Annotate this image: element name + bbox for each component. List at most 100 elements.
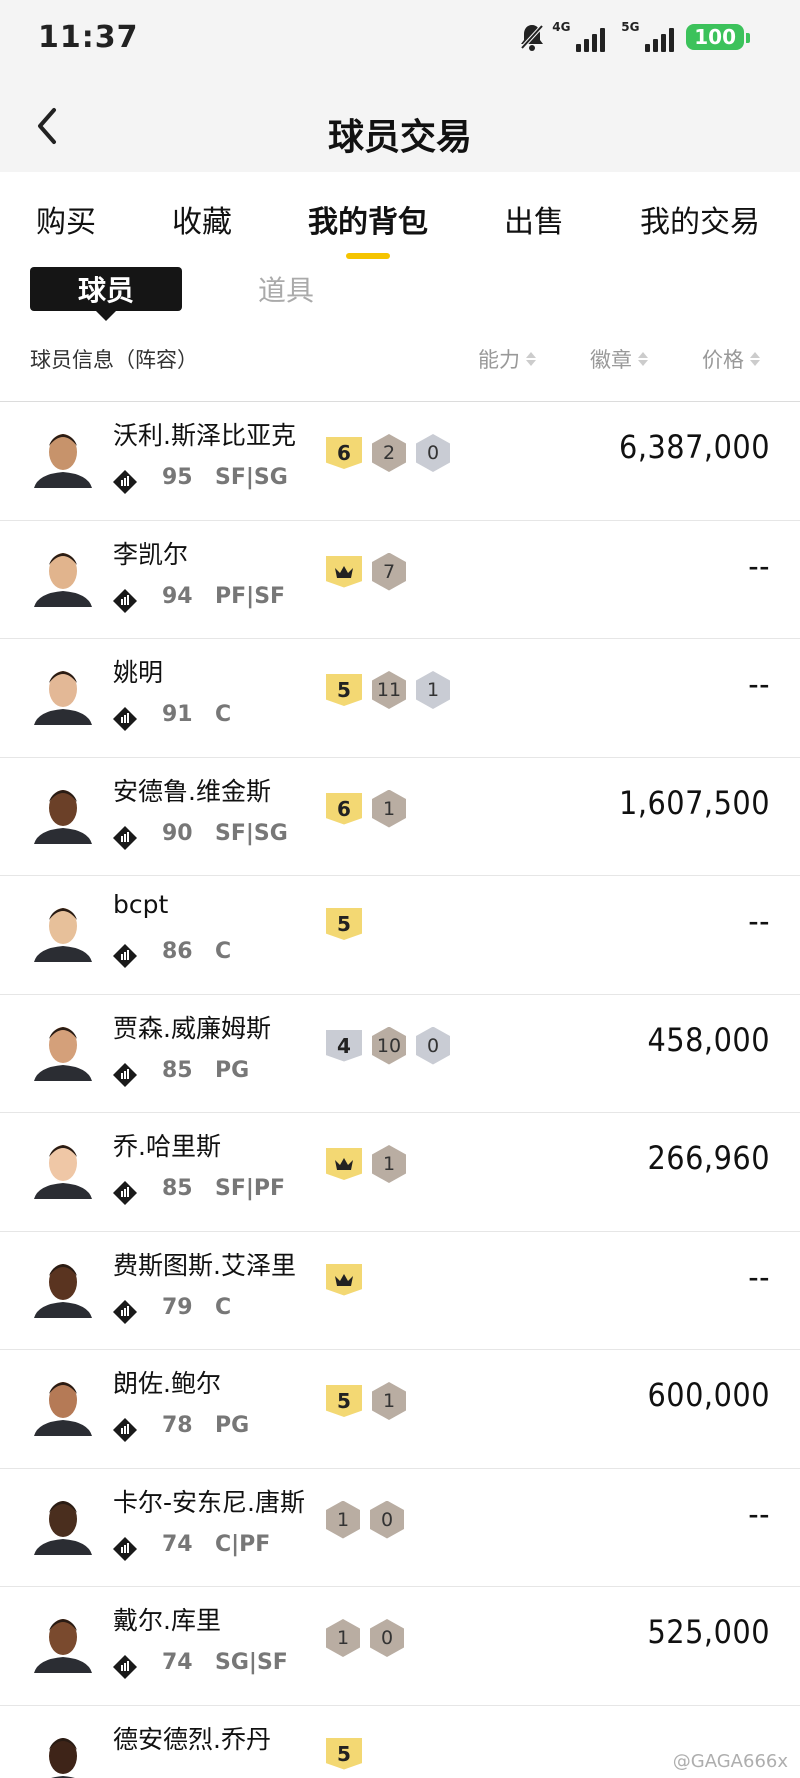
player-avatar — [30, 659, 96, 725]
bronze-hex-badge: 1 — [372, 789, 406, 828]
segment-items[interactable]: 道具 — [258, 269, 314, 309]
badge-group: 61 — [326, 789, 406, 828]
card-type-icon — [113, 1418, 137, 1442]
player-position: C — [215, 702, 232, 727]
player-name: 德安德烈.乔丹 — [113, 1724, 271, 1754]
badge-group: 5 — [326, 908, 362, 940]
player-position: SF|SG — [215, 465, 288, 490]
silver-hex-badge: 0 — [416, 1026, 450, 1065]
tab-bar: 购买 收藏 我的背包 出售 我的交易 — [0, 172, 800, 257]
player-row[interactable]: 戴尔.库里 74 SG|SF 1 0 525,000 — [0, 1587, 800, 1706]
player-row[interactable]: 乔.哈里斯 85 SF|PF 1 266,960 — [0, 1113, 800, 1232]
player-avatar — [30, 1014, 96, 1081]
card-type-icon — [113, 944, 137, 968]
player-row[interactable]: 李凯尔 94 PF|SF 7 -- — [0, 521, 800, 639]
player-avatar — [30, 540, 96, 607]
player-price: 600,000 — [647, 1376, 770, 1414]
card-type-icon — [113, 1299, 137, 1324]
player-rating: 91 — [162, 702, 193, 727]
col-ability-sort[interactable]: 能力 — [478, 344, 536, 374]
player-name: 费斯图斯.艾泽里 — [113, 1250, 296, 1280]
player-rating: 74 — [162, 1650, 193, 1675]
player-row[interactable]: 沃利.斯泽比亚克 95 SF|SG 6 2 0 6,387,000 — [0, 402, 800, 521]
badge-group: 10 — [326, 1619, 404, 1657]
silver-hex-badge: 1 — [416, 671, 450, 709]
player-price: -- — [748, 1494, 770, 1533]
tab-buy[interactable]: 购买 — [36, 189, 96, 241]
sort-icon — [526, 352, 536, 366]
player-price: -- — [748, 665, 770, 703]
card-type-icon — [113, 470, 137, 494]
card-type-icon — [113, 707, 137, 731]
gold-badge: 6 — [326, 437, 362, 469]
crown-badge-icon — [326, 555, 362, 588]
player-avatar — [30, 896, 96, 962]
card-type-icon — [113, 825, 137, 850]
bronze-hex-badge: 0 — [370, 1619, 404, 1657]
col-badge-sort[interactable]: 徽章 — [590, 344, 648, 374]
battery-indicator: 100 — [686, 24, 750, 50]
tab-my-bag[interactable]: 我的背包 — [308, 189, 428, 241]
player-name: 李凯尔 — [113, 539, 189, 569]
col-price-sort[interactable]: 价格 — [702, 344, 760, 374]
badge-group: 620 — [326, 434, 450, 472]
bronze-hex-badge: 11 — [372, 671, 406, 709]
watermark: @GAGA666x — [672, 1751, 788, 1772]
player-avatar — [30, 1725, 96, 1778]
player-name: 安德鲁.维金斯 — [113, 776, 271, 806]
player-row[interactable]: 安德鲁.维金斯 90 SF|SG 6 1 1,607,500 — [0, 758, 800, 876]
bronze-hex-badge: 1 — [326, 1619, 360, 1657]
player-position: C|PF — [215, 1531, 271, 1557]
gold-badge: 6 — [326, 792, 362, 825]
card-type-icon — [113, 1536, 137, 1561]
silver-hex-badge: 0 — [416, 434, 450, 472]
bronze-hex-badge: 1 — [326, 1500, 360, 1539]
segment-players[interactable]: 球员 — [30, 267, 182, 321]
tab-my-trades[interactable]: 我的交易 — [640, 189, 760, 241]
tab-favorites[interactable]: 收藏 — [172, 189, 232, 241]
sort-icon — [750, 352, 760, 366]
player-position: PG — [215, 1057, 250, 1083]
gold-badge: 5 — [326, 1737, 362, 1770]
player-row[interactable]: 朗佐.鲍尔 78 PG 5 1 600,000 — [0, 1350, 800, 1469]
player-row[interactable]: 卡尔-安东尼.唐斯 74 C|PF 1 0 -- — [0, 1469, 800, 1587]
bronze-hex-badge: 7 — [372, 552, 406, 591]
crown-badge-icon — [326, 1263, 362, 1296]
player-name: 姚明 — [113, 658, 164, 687]
signal-4g-icon: 4G — [552, 20, 606, 52]
player-row[interactable]: bcpt 86 C 5 -- — [0, 876, 800, 995]
badge-group — [326, 1263, 362, 1296]
player-avatar — [30, 1251, 96, 1318]
page-title: 球员交易 — [327, 117, 472, 158]
player-rating: 94 — [162, 583, 193, 609]
player-rating: 78 — [162, 1413, 193, 1438]
player-name: 卡尔-安东尼.唐斯 — [113, 1487, 305, 1517]
player-price: -- — [748, 902, 770, 940]
player-rating: 79 — [162, 1294, 193, 1320]
bronze-hex-badge: 1 — [372, 1382, 406, 1420]
tab-sell[interactable]: 出售 — [504, 189, 564, 241]
bronze-hex-badge: 10 — [372, 1026, 406, 1065]
player-row[interactable]: 费斯图斯.艾泽里 79 C -- — [0, 1232, 800, 1350]
player-position: SF|PF — [215, 1176, 286, 1201]
player-price: 6,387,000 — [619, 428, 770, 466]
card-type-icon — [113, 588, 137, 613]
player-name: 沃利.斯泽比亚克 — [113, 421, 296, 450]
player-position: SG|SF — [215, 1650, 288, 1675]
player-price: 458,000 — [647, 1020, 770, 1059]
player-position: C — [215, 1294, 232, 1320]
card-type-icon — [113, 1181, 137, 1205]
player-row[interactable]: 贾森.威廉姆斯 85 PG 4 10 0 458,000 — [0, 995, 800, 1113]
gold-badge: 5 — [326, 908, 362, 940]
player-avatar — [30, 1488, 96, 1555]
player-avatar — [30, 1607, 96, 1673]
player-row[interactable]: 姚明 91 C 5 11 1 -- — [0, 639, 800, 758]
player-avatar — [30, 1370, 96, 1436]
badge-group: 5 — [326, 1737, 362, 1770]
player-name: 朗佐.鲍尔 — [113, 1369, 221, 1398]
player-position: PF|SF — [215, 583, 286, 609]
badge-group: 7 — [326, 552, 406, 591]
player-position: SF|SG — [215, 820, 288, 846]
player-rating: 85 — [162, 1057, 193, 1083]
badge-group: 10 — [326, 1500, 404, 1539]
